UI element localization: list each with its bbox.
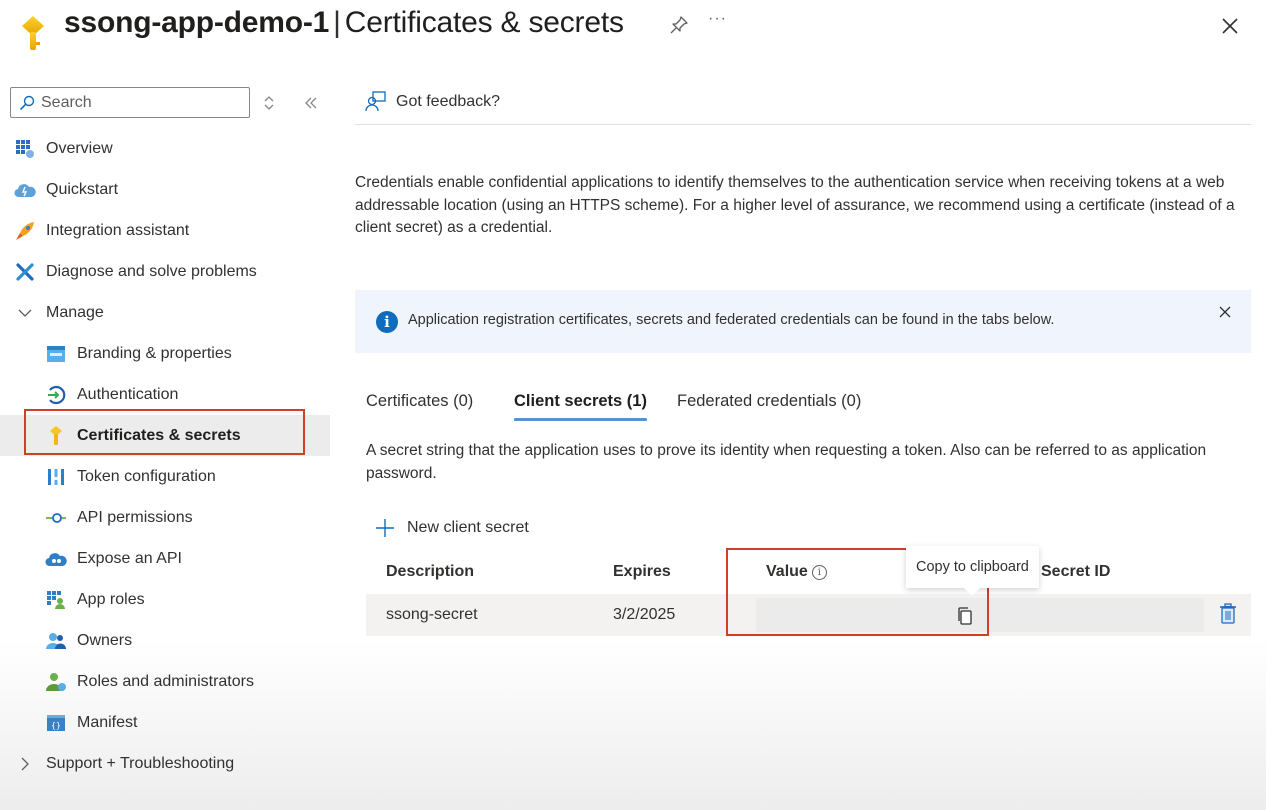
- branding-icon: [45, 343, 67, 365]
- page-name: Certificates & secrets: [344, 6, 624, 39]
- authentication-icon: [45, 384, 67, 406]
- feedback-bar: Got feedback?: [355, 80, 1251, 125]
- cloud-api-icon: [45, 548, 67, 570]
- sidebar-item-branding[interactable]: Branding & properties: [0, 333, 330, 374]
- roles-admin-icon: [45, 671, 67, 693]
- sidebar-item-label: API permissions: [77, 508, 193, 526]
- info-banner: i Application registration certificates,…: [355, 290, 1251, 353]
- secret-description-cell: ssong-secret: [386, 606, 478, 623]
- wrench-icon: [14, 261, 36, 283]
- chevron-down-icon: [14, 302, 36, 324]
- dismiss-banner-icon[interactable]: [1217, 304, 1233, 320]
- key-icon: [22, 16, 44, 50]
- secret-value-cell: [756, 598, 1204, 632]
- main-content: Got feedback? Credentials enable confide…: [355, 80, 1251, 810]
- sidebar-item-manifest[interactable]: {} Manifest: [0, 702, 330, 743]
- delete-icon[interactable]: [1218, 603, 1238, 625]
- sidebar-item-label: Quickstart: [46, 180, 119, 198]
- column-header-description: Description: [386, 563, 475, 580]
- credential-tabs: Certificates (0) Client secrets (1) Fede…: [355, 380, 1251, 425]
- sidebar-item-quickstart[interactable]: Quickstart: [0, 169, 330, 210]
- sidebar-item-label: Roles and administrators: [77, 672, 254, 690]
- owners-icon: [45, 630, 67, 652]
- info-banner-text: Application registration certificates, s…: [408, 312, 1055, 328]
- column-header-value: Value i: [766, 563, 827, 581]
- app-roles-icon: [45, 589, 67, 611]
- table-row: ssong-secret 3/2/2025: [366, 594, 1251, 636]
- feedback-icon[interactable]: [365, 90, 387, 112]
- sidebar-item-integration-assistant[interactable]: Integration assistant: [0, 210, 330, 251]
- key-icon: [45, 425, 67, 447]
- tab-certificates[interactable]: Certificates (0): [366, 392, 473, 419]
- api-permissions-icon: [45, 507, 67, 529]
- sidebar-item-expose-api[interactable]: Expose an API: [0, 538, 330, 579]
- column-header-secret-id: Secret ID: [1041, 563, 1111, 580]
- copy-icon[interactable]: [956, 606, 974, 626]
- credentials-intro: Credentials enable confidential applicat…: [355, 174, 1235, 236]
- cloud-quickstart-icon: [14, 179, 36, 201]
- info-icon[interactable]: i: [811, 565, 827, 580]
- sort-icon[interactable]: [262, 94, 276, 112]
- sidebar-item-label: App roles: [77, 590, 145, 608]
- overview-grid-icon: [14, 138, 36, 160]
- collapse-sidebar-icon[interactable]: [302, 94, 320, 112]
- new-client-secret-label: New client secret: [407, 519, 529, 536]
- sidebar-item-overview[interactable]: Overview: [0, 128, 330, 169]
- sidebar-item-label: Manifest: [77, 713, 138, 731]
- manifest-icon: {}: [45, 712, 67, 734]
- sidebar-item-certificates-secrets[interactable]: Certificates & secrets: [0, 415, 330, 456]
- sidebar-item-label: Authentication: [77, 385, 179, 403]
- svg-text:{}: {}: [51, 721, 61, 730]
- rocket-icon: [14, 220, 36, 242]
- page-title: ssong-app-demo-1 | Certificates & secrets: [64, 6, 624, 40]
- tab-federated-credentials[interactable]: Federated credentials (0): [677, 392, 861, 419]
- ellipsis-icon[interactable]: ···: [708, 10, 727, 28]
- sidebar-item-token-configuration[interactable]: Token configuration: [0, 456, 330, 497]
- sidebar-item-roles-administrators[interactable]: Roles and administrators: [0, 661, 330, 702]
- info-icon: i: [376, 311, 398, 333]
- feedback-link[interactable]: Got feedback?: [396, 93, 500, 111]
- sidebar: Overview Quickstart Integration assistan…: [0, 80, 340, 810]
- copy-tooltip: Copy to clipboard: [906, 546, 1039, 596]
- chevron-right-icon: [14, 753, 36, 775]
- search-box[interactable]: [10, 87, 250, 118]
- sidebar-item-label: Expose an API: [77, 549, 182, 567]
- sidebar-item-label: Certificates & secrets: [77, 426, 241, 444]
- sidebar-item-label: Support + Troubleshooting: [46, 754, 235, 772]
- sidebar-item-label: Overview: [46, 139, 113, 157]
- pin-icon[interactable]: [668, 14, 690, 36]
- client-secret-description: A secret string that the application use…: [366, 442, 1207, 482]
- sidebar-item-label: Branding & properties: [77, 344, 232, 362]
- new-client-secret-button[interactable]: New client secret: [375, 516, 529, 540]
- sidebar-item-diagnose[interactable]: Diagnose and solve problems: [0, 251, 330, 292]
- sidebar-item-label: Diagnose and solve problems: [46, 262, 257, 280]
- sidebar-item-app-roles[interactable]: App roles: [0, 579, 330, 620]
- column-header-expires: Expires: [613, 563, 671, 580]
- plus-icon: [376, 519, 394, 537]
- secret-expires-cell: 3/2/2025: [613, 606, 676, 623]
- sidebar-item-label: Manage: [46, 303, 104, 321]
- sidebar-group-support[interactable]: Support + Troubleshooting: [0, 743, 330, 784]
- blade-header: ssong-app-demo-1 | Certificates & secrets …: [0, 0, 1266, 60]
- title-separator: |: [333, 6, 341, 39]
- close-icon[interactable]: [1218, 14, 1242, 38]
- sidebar-item-authentication[interactable]: Authentication: [0, 374, 330, 415]
- sidebar-item-owners[interactable]: Owners: [0, 620, 330, 661]
- sidebar-item-label: Owners: [77, 631, 133, 649]
- tab-client-secrets[interactable]: Client secrets (1): [514, 392, 647, 421]
- sidebar-item-label: Token configuration: [77, 467, 216, 485]
- sidebar-item-api-permissions[interactable]: API permissions: [0, 497, 330, 538]
- sidebar-group-manage[interactable]: Manage: [0, 292, 330, 333]
- app-name: ssong-app-demo-1: [64, 6, 330, 39]
- column-header-value-label: Value: [766, 563, 808, 580]
- sidebar-item-label: Integration assistant: [46, 221, 190, 239]
- search-input[interactable]: [41, 92, 241, 114]
- token-config-icon: [45, 466, 67, 488]
- search-icon: [19, 95, 35, 111]
